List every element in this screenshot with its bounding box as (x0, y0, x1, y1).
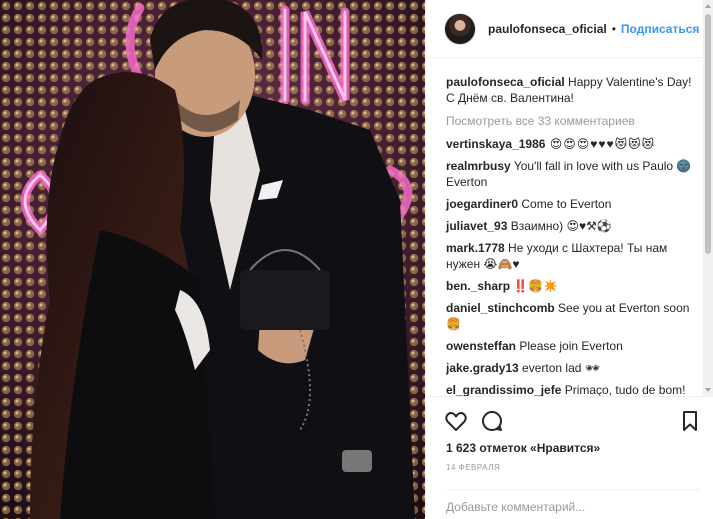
bookmark-icon[interactable] (678, 409, 704, 435)
view-all-comments-link[interactable]: Посмотреть все 33 комментариев (446, 113, 694, 129)
comment-item: daniel_stinchcomb See you at Everton soo… (446, 300, 694, 332)
comment-item: juliavet_93 Взаимно) 😍♥⚒⚽ (446, 218, 694, 234)
likes-count[interactable]: 1 623 отметок «Нравится» (446, 441, 600, 455)
post-photo[interactable] (0, 0, 425, 519)
comment-text: Взаимно) 😍♥⚒⚽ (507, 219, 612, 233)
comment-item: vertinskaya_1986 😍😍😍♥♥♥😻😻😻 (446, 136, 694, 152)
follow-button[interactable]: Подписаться (621, 22, 699, 36)
heart-icon[interactable] (444, 409, 470, 435)
header-separator: • (611, 21, 616, 36)
comment-text: Primaço, tudo de bom! (561, 383, 686, 396)
comment-item: el_grandissimo_jefe Primaço, tudo de bom… (446, 382, 694, 396)
comment-text: ‼️🍔✴️ (510, 279, 559, 293)
comment-username[interactable]: juliavet_93 (446, 219, 507, 233)
scroll-down-arrow-icon[interactable] (705, 388, 711, 392)
add-comment-section (446, 489, 700, 519)
comment-username[interactable]: el_grandissimo_jefe (446, 383, 561, 396)
comment-username[interactable]: joegardiner0 (446, 197, 518, 211)
comment-username[interactable]: realmrbusy (446, 159, 511, 173)
comment-username[interactable]: daniel_stinchcomb (446, 301, 555, 315)
caption-username[interactable]: paulofonseca_oficial (446, 75, 565, 89)
post-date[interactable]: 14 ФЕВРАЛЯ (446, 463, 500, 472)
comment-item: owensteffan Please join Everton (446, 338, 694, 354)
scroll-thumb[interactable] (705, 14, 711, 254)
comment-text: Come to Everton (518, 197, 612, 211)
comments-list[interactable]: paulofonseca_oficial Happy Valentine's D… (426, 66, 713, 396)
comment-input[interactable] (446, 490, 700, 518)
comment-text: everton lad 🕶 (518, 361, 600, 375)
scroll-up-arrow-icon[interactable] (705, 4, 711, 8)
comment-username[interactable]: owensteffan (446, 339, 516, 353)
comment-text: 😍😍😍♥♥♥😻😻😻 (545, 137, 656, 151)
header-username[interactable]: paulofonseca_oficial (488, 22, 607, 36)
action-bar (444, 409, 700, 435)
post-caption: paulofonseca_oficial Happy Valentine's D… (446, 74, 694, 106)
post-image (0, 0, 425, 519)
post-actions-section: 1 623 отметок «Нравится» 14 ФЕВРАЛЯ (426, 396, 713, 519)
comment-username[interactable]: ben._sharp (446, 279, 510, 293)
comments-scrollbar[interactable] (703, 0, 713, 396)
comment-item: joegardiner0 Come to Everton (446, 196, 694, 212)
comment-item: mark.1778 Не уходи с Шахтера! Ты нам нуж… (446, 240, 694, 272)
comment-username[interactable]: jake.grady13 (446, 361, 519, 375)
post-header: paulofonseca_oficial • Подписаться (426, 0, 713, 58)
comment-item: realmrbusy You'll fall in love with us P… (446, 158, 694, 190)
avatar[interactable] (444, 12, 476, 45)
comment-text: Please join Everton (516, 339, 623, 353)
comment-username[interactable]: mark.1778 (446, 241, 505, 255)
comment-username[interactable]: vertinskaya_1986 (446, 137, 545, 151)
comment-item: ben._sharp ‼️🍔✴️ (446, 278, 694, 294)
comment-icon[interactable] (480, 409, 506, 435)
comment-item: jake.grady13 everton lad 🕶 (446, 360, 694, 376)
post-sidebar: paulofonseca_oficial • Подписаться paulo… (425, 0, 713, 519)
